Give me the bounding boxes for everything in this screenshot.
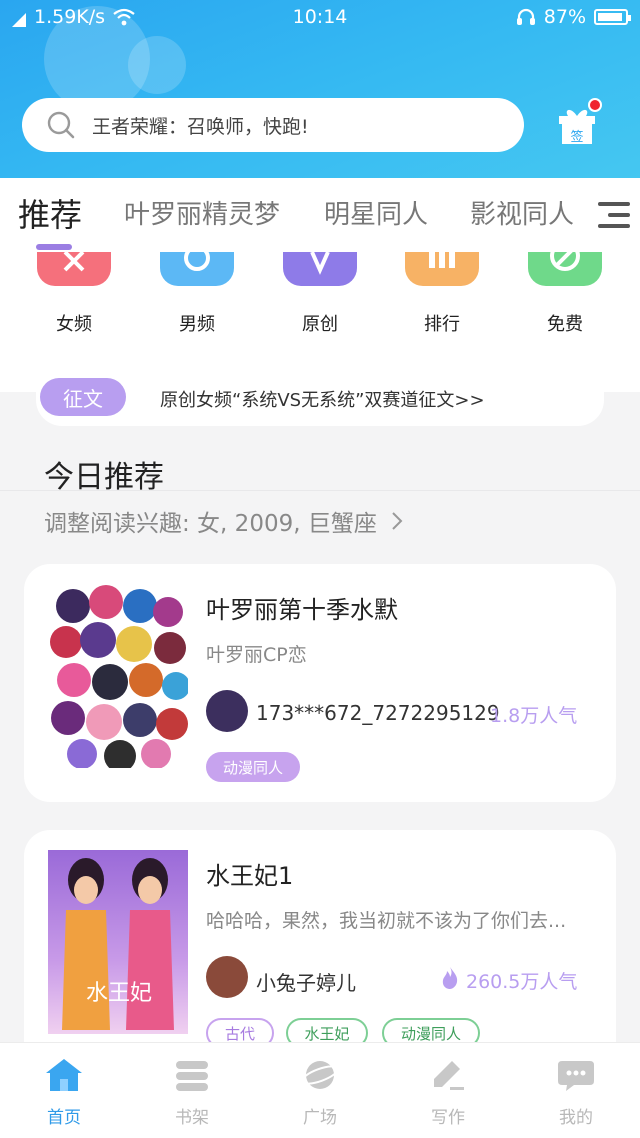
- male-icon: [160, 252, 234, 286]
- free-icon: [528, 252, 602, 286]
- category-female[interactable]: 女频: [29, 252, 119, 336]
- tab-yeluoli[interactable]: 叶罗丽精灵梦: [124, 194, 280, 231]
- category-label: 女频: [56, 314, 92, 335]
- book-title: 水王妃1: [206, 862, 294, 890]
- gift-label: 签: [570, 130, 584, 145]
- home-icon: [44, 1057, 84, 1093]
- bookshelf-icon: [172, 1057, 212, 1093]
- headset-icon: [516, 8, 536, 26]
- category-free[interactable]: 免费: [520, 252, 610, 336]
- category-tabs: 推荐 叶罗丽精灵梦 明星同人 影视同人: [0, 178, 640, 252]
- nav-label: 书架: [175, 1108, 209, 1128]
- book-popularity: 260.5万人气: [466, 971, 578, 993]
- tabs-menu-button[interactable]: [592, 178, 640, 252]
- category-label: 免费: [547, 314, 583, 335]
- category-label: 原创: [302, 314, 338, 335]
- book-card[interactable]: 水王妃 水王妃1 哈哈哈，果然，我当初就不该为了你们去... 小兔子婷儿 260…: [24, 830, 616, 1070]
- book-card[interactable]: 叶罗丽第十季水默 叶罗丽CP恋 173***672_7272295129 1.8…: [24, 564, 616, 802]
- checkin-gift-button[interactable]: 签: [556, 98, 602, 146]
- search-placeholder: 王者荣耀：召唤师，快跑!: [92, 115, 309, 138]
- contest-tag: 征文: [40, 378, 126, 416]
- tab-film[interactable]: 影视同人: [470, 194, 574, 231]
- menu-icon-line: [608, 213, 630, 217]
- avatar: [206, 956, 248, 998]
- category-ranking[interactable]: 排行: [397, 252, 487, 336]
- category-original[interactable]: 原创: [275, 252, 365, 336]
- nav-write[interactable]: 写作: [408, 1057, 488, 1128]
- nav-home[interactable]: 首页: [24, 1057, 104, 1128]
- divider: [0, 490, 640, 491]
- battery-icon: [594, 9, 631, 25]
- book-popularity: 1.8万人气: [490, 705, 578, 727]
- nav-mine[interactable]: 我的: [536, 1057, 616, 1128]
- chevron-right-icon: [390, 511, 404, 531]
- nav-label: 广场: [303, 1108, 337, 1128]
- category-shortcuts: 女频 男频 原创 排行 免费: [0, 252, 640, 392]
- battery-percent: 87%: [543, 6, 586, 28]
- adjust-interest-link[interactable]: 调整阅读兴趣: 女, 2009, 巨蟹座: [44, 504, 404, 538]
- fire-icon: [440, 966, 460, 990]
- pen-nib-icon: [283, 252, 357, 286]
- tab-recommend[interactable]: 推荐: [18, 190, 82, 236]
- bottom-nav: 首页 书架 广场 写作 我的: [0, 1042, 640, 1138]
- svg-text:水王妃: 水王妃: [86, 981, 152, 1006]
- book-description: 叶罗丽CP恋: [206, 644, 307, 666]
- book-cover: 水王妃: [48, 850, 188, 1034]
- book-description: 哈哈哈，果然，我当初就不该为了你们去...: [206, 910, 567, 932]
- notification-dot: [588, 98, 602, 112]
- search-bar[interactable]: 王者荣耀：召唤师，快跑!: [22, 98, 524, 152]
- category-male[interactable]: 男频: [152, 252, 242, 336]
- decor-bubble-small: [128, 36, 186, 94]
- category-label: 排行: [424, 314, 460, 335]
- female-icon: [37, 252, 111, 286]
- contest-text: 原创女频“系统VS无系统”双赛道征文>>: [160, 390, 485, 411]
- tab-celebrity[interactable]: 明星同人: [324, 194, 428, 231]
- active-tab-indicator: [36, 244, 72, 250]
- menu-icon-line: [598, 224, 630, 228]
- contest-banner[interactable]: 征文 原创女频“系统VS无系统”双赛道征文>>: [36, 372, 604, 426]
- book-title: 叶罗丽第十季水默: [206, 596, 398, 624]
- book-author: 173***672_7272295129: [256, 701, 500, 725]
- menu-icon-line: [598, 202, 630, 206]
- nav-square[interactable]: 广场: [280, 1057, 360, 1128]
- nav-label: 我的: [559, 1108, 593, 1128]
- adjust-interest-text: 调整阅读兴趣: 女, 2009, 巨蟹座: [44, 511, 377, 537]
- chat-bubble-icon: [556, 1057, 596, 1093]
- search-icon: [46, 110, 76, 140]
- book-author: 小兔子婷儿: [256, 971, 356, 995]
- planet-icon: [300, 1057, 340, 1093]
- pen-icon: [428, 1057, 468, 1093]
- book-cover: [48, 584, 188, 768]
- category-label: 男频: [179, 314, 215, 335]
- book-tag[interactable]: 动漫同人: [206, 752, 300, 782]
- ranking-icon: [405, 252, 479, 286]
- nav-label: 首页: [47, 1108, 81, 1128]
- nav-bookshelf[interactable]: 书架: [152, 1057, 232, 1128]
- status-bar: 1.59K/s 10:14 87%: [0, 0, 640, 36]
- header: 1.59K/s 10:14 87% 王者荣耀：召唤师，快跑! 签: [0, 0, 640, 178]
- avatar: [206, 690, 248, 732]
- nav-label: 写作: [431, 1108, 465, 1128]
